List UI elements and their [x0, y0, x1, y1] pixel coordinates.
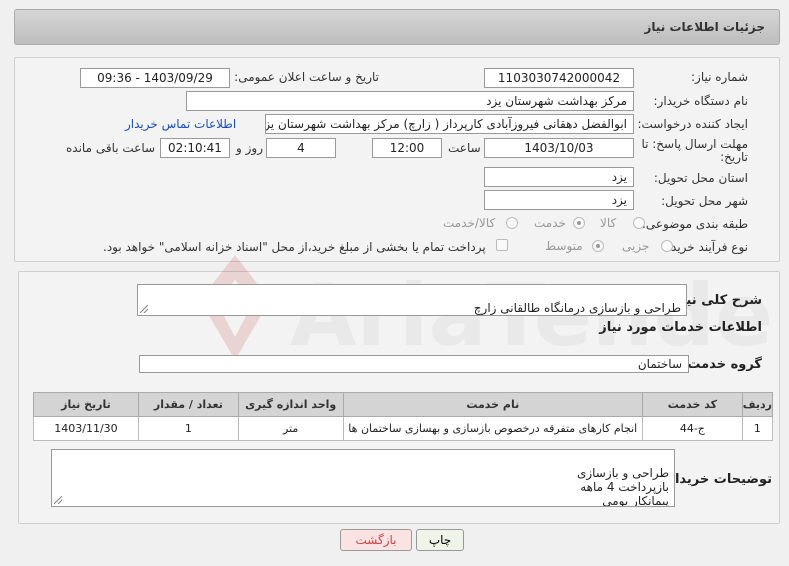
cell-service-code: ج-44	[641, 416, 743, 441]
deadline-days-label: روز و	[236, 141, 263, 155]
page-title: جزئیات اطلاعات نیاز	[644, 20, 765, 34]
delivery-province-value: یزد	[484, 167, 634, 187]
category-label: طبقه بندی موضوعی:	[641, 217, 748, 231]
category-service-label: خدمت	[534, 216, 566, 230]
col-code-header: کد خدمت	[641, 392, 743, 417]
cell-service-name: انجام کارهای متفرقه درخصوص بازسازی و بهس…	[342, 416, 643, 441]
service-group-label: گروه خدمت:	[682, 357, 762, 372]
buyer-notes-textarea[interactable]: طراحی و بازسازی بازپرداخت 4 ماهه پیمانکا…	[51, 449, 675, 507]
delivery-city-label: شهر محل تحویل:	[661, 194, 748, 208]
buyer-contact-link[interactable]: اطلاعات تماس خریدار	[125, 117, 236, 131]
services-table: ردیف کد خدمت نام خدمت واحد اندازه گیری ت…	[33, 392, 774, 441]
resize-handle-icon[interactable]	[54, 496, 62, 504]
delivery-city-value: یزد	[484, 190, 634, 210]
summary-textarea[interactable]: طراحی و بازسازی درمانگاه طالقانی زارچ	[137, 284, 687, 316]
col-name-header: نام خدمت	[342, 392, 643, 417]
deadline-label: مهلت ارسال پاسخ: تا	[641, 137, 748, 151]
table-row: 1 ج-44 انجام کارهای متفرقه درخصوص بازساز…	[33, 416, 774, 441]
treasury-checkbox[interactable]	[496, 239, 508, 251]
treasury-note: پرداخت تمام یا بخشی از مبلغ خرید،از محل …	[103, 240, 486, 254]
buyer-org-label: نام دستگاه خریدار:	[653, 94, 749, 108]
deadline-time-label: ساعت	[448, 141, 481, 155]
deadline-date-value: 1403/10/03	[484, 138, 634, 158]
services-section-title: اطلاعات خدمات مورد نیاز	[599, 320, 762, 335]
back-button[interactable]: بازگشت	[340, 529, 412, 551]
deadline-remaining-value: 02:10:41	[160, 138, 230, 158]
delivery-province-label: استان محل تحویل:	[653, 171, 748, 185]
category-goods-service-label: کالا/خدمت	[443, 216, 496, 230]
service-group-value: ساختمان	[139, 355, 689, 373]
header-bar: جزئیات اطلاعات نیاز	[14, 9, 780, 45]
deadline-label-line2: تاریخ:	[720, 150, 748, 164]
category-service-radio[interactable]	[573, 217, 585, 229]
buyer-org-value: مرکز بهداشت شهرستان یزد	[186, 91, 634, 111]
buyer-notes-label: توضیحات خریدار:	[662, 472, 772, 487]
col-row-header: ردیف	[741, 392, 774, 417]
category-goods-radio[interactable]	[633, 217, 645, 229]
announce-datetime-value: 1403/09/29 - 09:36	[80, 68, 230, 88]
col-qty-header: تعداد / مقدار	[137, 392, 239, 417]
cell-need-date: 1403/11/30	[33, 416, 139, 441]
category-goods-label: کالا	[600, 216, 617, 230]
summary-text: طراحی و بازسازی درمانگاه طالقانی زارچ	[473, 301, 681, 315]
table-header-row: ردیف کد خدمت نام خدمت واحد اندازه گیری ت…	[33, 392, 774, 417]
purchase-type-label: نوع فرآیند خرید :	[663, 240, 748, 254]
cell-quantity: 1	[137, 416, 239, 441]
purchase-medium-label: متوسط	[545, 239, 583, 253]
cell-unit: متر	[237, 416, 344, 441]
col-unit-header: واحد اندازه گیری	[237, 392, 344, 417]
need-number-value: 1103030742000042	[484, 68, 634, 88]
deadline-days-value: 4	[266, 138, 336, 158]
resize-handle-icon[interactable]	[140, 305, 148, 313]
deadline-remaining-label: ساعت باقی مانده	[66, 141, 156, 155]
category-goods-service-radio[interactable]	[506, 217, 518, 229]
purchase-minor-radio[interactable]	[661, 240, 673, 252]
purchase-minor-label: جزیی	[622, 239, 650, 253]
buyer-notes-text: طراحی و بازسازی بازپرداخت 4 ماهه پیمانکا…	[576, 466, 669, 507]
announce-datetime-label: تاریخ و ساعت اعلان عمومی:	[234, 70, 379, 84]
print-button[interactable]: چاپ	[416, 529, 464, 551]
deadline-time-value: 12:00	[372, 138, 442, 158]
requester-label: ایجاد کننده درخواست:	[637, 117, 748, 131]
col-date-header: تاریخ نیاز	[33, 392, 139, 417]
requester-value: ابوالفضل دهقانی فیروزآبادی کارپرداز ( زا…	[265, 114, 634, 134]
purchase-medium-radio[interactable]	[592, 240, 604, 252]
need-number-label: شماره نیاز:	[691, 70, 748, 84]
cell-row-number: 1	[741, 416, 774, 441]
